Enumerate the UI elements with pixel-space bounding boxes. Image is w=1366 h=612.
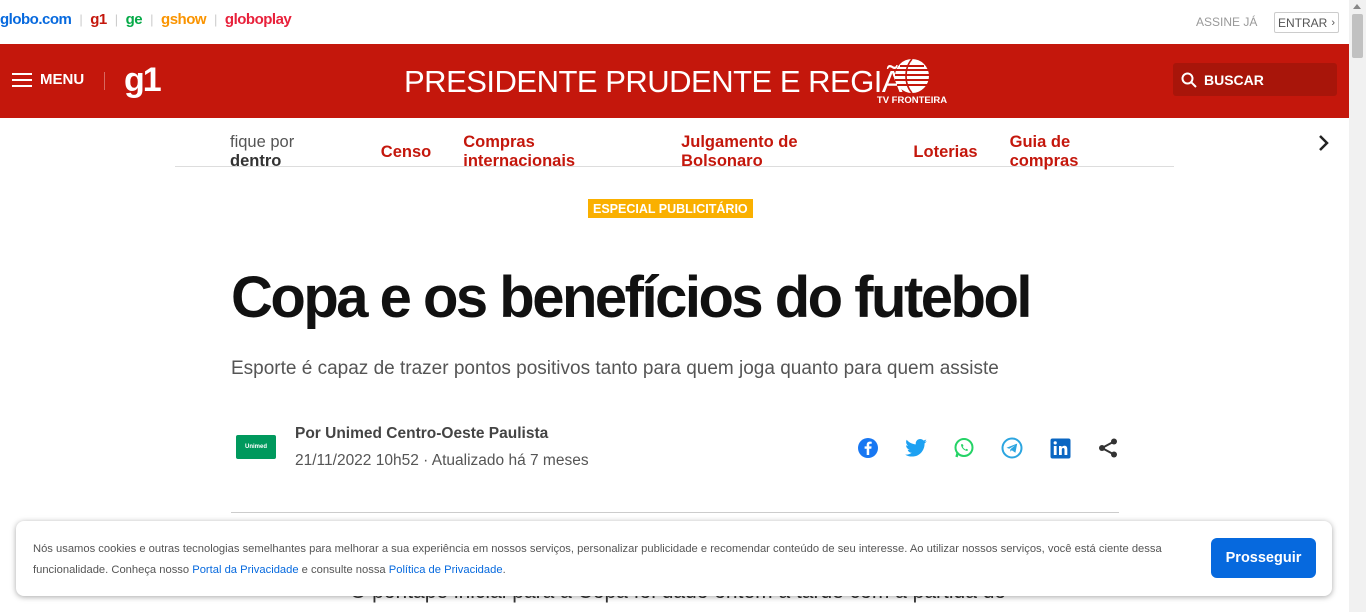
separator: | (214, 12, 217, 27)
entrar-button[interactable]: ENTRAR › (1274, 12, 1339, 33)
fique-por-dentro-label: fique por dentro (230, 133, 349, 171)
facebook-icon[interactable] (856, 436, 880, 460)
nav-item-censo[interactable]: Censo (381, 143, 431, 162)
nav-item-julgamento-bolsonaro[interactable]: Julgamento de Bolsonaro (681, 133, 881, 171)
article-date: 21/11/2022 10h52 · Atualizado há 7 meses (295, 452, 589, 469)
article-author: Por Unimed Centro-Oeste Paulista (295, 425, 549, 442)
globo-brand-links: globo.com | g1 | ge | gshow | globoplay (0, 11, 292, 28)
separator: | (79, 12, 83, 27)
nav-item-loterias[interactable]: Loterias (913, 143, 977, 162)
cookie-text-middle: e consulte nossa (298, 564, 389, 576)
g1-logo[interactable]: g1 (124, 62, 162, 98)
header-divider (104, 72, 105, 90)
link-gshow[interactable]: gshow (161, 11, 207, 28)
nav-item-compras-internacionais[interactable]: Compras internacionais (463, 133, 649, 171)
region-title[interactable]: PRESIDENTE PRUDENTE E REGIÃO (404, 64, 926, 100)
link-globo-com[interactable]: globo.com (0, 11, 72, 28)
sponsored-badge: ESPECIAL PUBLICITÁRIO (588, 199, 753, 218)
cookie-banner: Nós usamos cookies e outras tecnologias … (16, 521, 1332, 596)
author-logo[interactable]: Unimed (236, 435, 276, 459)
page-scrollbar[interactable] (1349, 0, 1366, 612)
tv-fronteira-globe-icon (895, 58, 929, 94)
link-globoplay[interactable]: globoplay (225, 11, 292, 28)
hamburger-icon (12, 72, 32, 87)
article-subtitle: Esporte é capaz de trazer pontos positiv… (231, 358, 999, 379)
privacy-policy-link[interactable]: Política de Privacidade (389, 564, 503, 576)
site-header: MENU g1 PRESIDENTE PRUDENTE E REGIÃO TV … (0, 44, 1349, 118)
cookie-text: Nós usamos cookies e outras tecnologias … (33, 539, 1198, 581)
separator: | (114, 12, 118, 27)
globo-top-bar: globo.com | g1 | ge | gshow | globoplay … (0, 0, 1349, 44)
menu-button[interactable]: MENU (12, 71, 84, 88)
chevron-right-icon: › (1331, 16, 1335, 29)
share-icon[interactable] (1096, 436, 1120, 460)
article-divider (231, 512, 1119, 513)
search-button[interactable]: BUSCAR (1173, 63, 1337, 96)
cookie-text-end: . (502, 564, 506, 576)
fique-bold: dentro (230, 152, 282, 170)
affiliate-label: TV FRONTEIRA (876, 95, 948, 106)
assine-link[interactable]: ASSINE JÁ (1196, 15, 1257, 29)
prosseguir-button[interactable]: Prosseguir (1211, 538, 1316, 578)
entrar-label: ENTRAR (1277, 15, 1328, 30)
scroll-up-arrow-icon[interactable] (1353, 4, 1361, 9)
link-ge[interactable]: ge (126, 11, 143, 28)
whatsapp-icon[interactable] (952, 436, 976, 460)
separator: | (150, 12, 154, 27)
search-icon (1181, 72, 1197, 88)
tv-fronteira-logo[interactable]: TV FRONTEIRA (876, 58, 948, 106)
article-title: Copa e os benefícios do futebol (231, 265, 1033, 330)
trending-nav: fique por dentro Censo Compras internaci… (175, 118, 1174, 170)
scroll-thumb[interactable] (1352, 14, 1363, 58)
twitter-icon[interactable] (904, 436, 928, 460)
link-g1[interactable]: g1 (90, 11, 107, 28)
share-bar (856, 436, 1120, 460)
search-label: BUSCAR (1204, 71, 1264, 88)
menu-label: MENU (40, 71, 85, 88)
nav-item-guia-de-compras[interactable]: Guia de compras (1010, 133, 1142, 171)
telegram-icon[interactable] (1000, 436, 1024, 460)
author-logo-text: Unimed (244, 444, 267, 450)
privacy-portal-link[interactable]: Portal da Privacidade (192, 564, 298, 576)
fique-prefix: fique por (230, 133, 295, 151)
nav-next-chevron-icon[interactable] (1316, 134, 1330, 152)
linkedin-icon[interactable] (1048, 436, 1072, 460)
